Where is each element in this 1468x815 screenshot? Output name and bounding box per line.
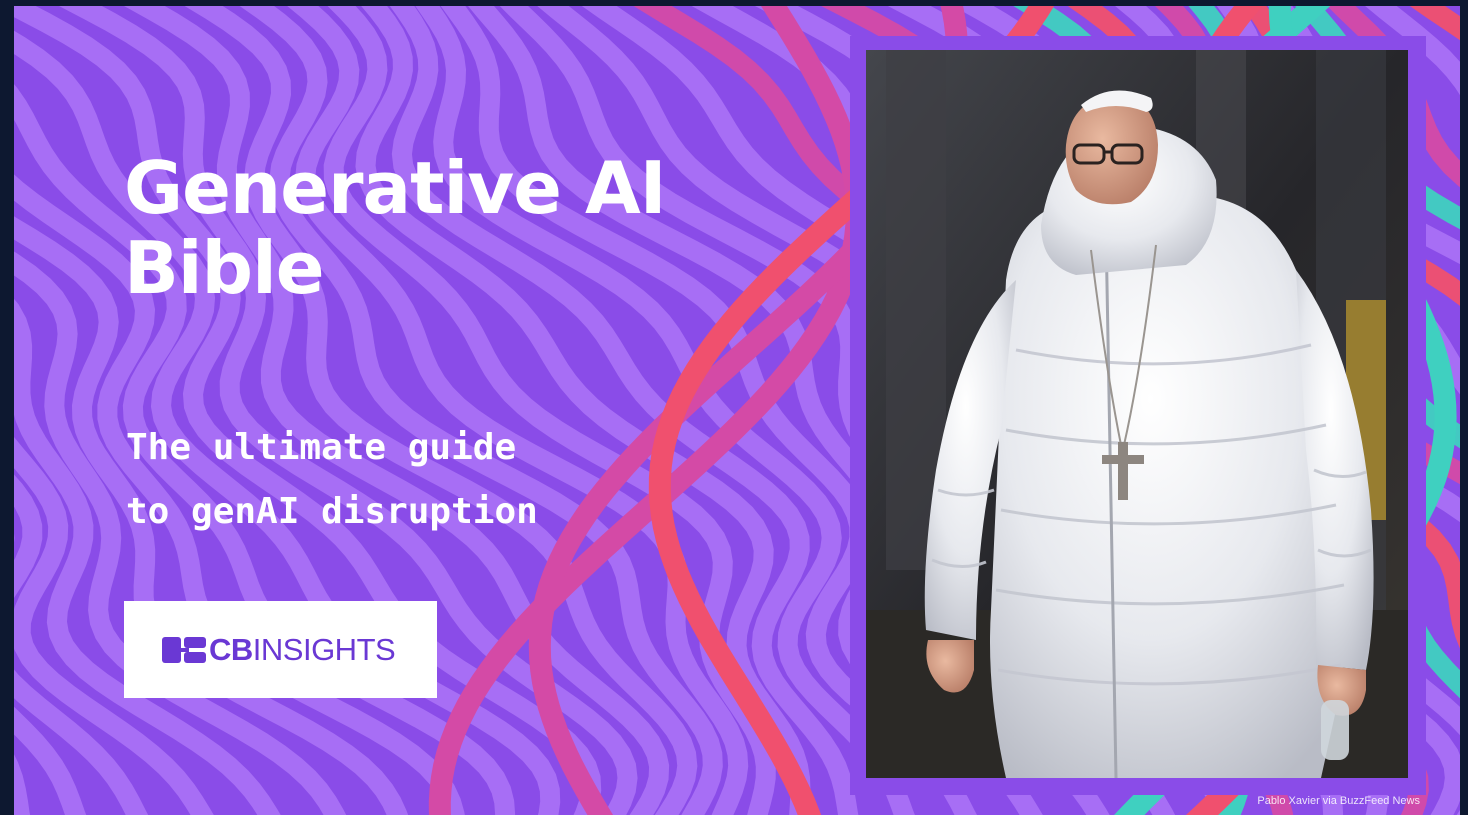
banner-subtitle-line-1: The ultimate guide <box>126 427 517 468</box>
puffer-coat-figure-image <box>866 50 1408 778</box>
logo-text-light: INSIGHTS <box>252 632 396 667</box>
featured-photo[interactable] <box>866 50 1408 778</box>
banner-title: Generative AI Bible <box>124 148 844 308</box>
cb-insights-logo-icon <box>162 637 206 663</box>
cb-insights-logo-text: CBINSIGHTS <box>209 631 396 669</box>
promo-banner[interactable]: Generative AI Bible The ultimate guide t… <box>14 6 1460 815</box>
page-frame: Generative AI Bible The ultimate guide t… <box>0 0 1468 815</box>
banner-subtitle-line-2: to genAI disruption <box>126 491 538 532</box>
banner-title-line-2: Bible <box>124 226 325 310</box>
cb-insights-logo[interactable]: CBINSIGHTS <box>124 601 437 698</box>
logo-text-bold: CB <box>209 632 253 667</box>
banner-subtitle: The ultimate guide to genAI disruption <box>126 416 538 544</box>
photo-credit: Pablo Xavier via BuzzFeed News <box>1257 795 1420 807</box>
banner-title-line-1: Generative AI <box>124 146 667 230</box>
